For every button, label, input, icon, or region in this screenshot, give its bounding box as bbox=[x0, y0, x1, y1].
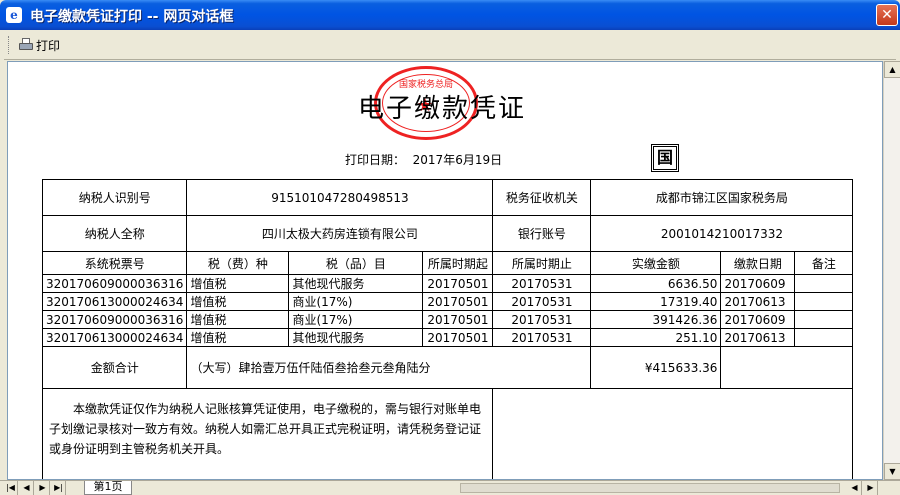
row-ticket: 320170613000024634 bbox=[41, 292, 188, 311]
column-header-row: 系统税票号 税（费）种 税（品）目 所属时期起 所属时期止 实缴金额 缴款日期 … bbox=[41, 251, 854, 275]
next-page-icon[interactable]: ▶ bbox=[36, 481, 50, 495]
guo-seal: 国 bbox=[651, 144, 679, 172]
scroll-up-icon[interactable]: ▲ bbox=[884, 61, 900, 78]
toolbar-grip[interactable] bbox=[8, 36, 11, 54]
col-header: 所属时期起 bbox=[422, 251, 494, 275]
scroll-left-icon[interactable]: ◀ bbox=[848, 481, 862, 495]
row-ticket: 320170609000036316 bbox=[41, 274, 188, 293]
horizontal-scroll-thumb[interactable] bbox=[460, 483, 840, 493]
col-header: 实缴金额 bbox=[590, 251, 722, 275]
print-date-value: 2017年6月19日 bbox=[412, 153, 503, 167]
row-from: 20170501 bbox=[422, 328, 494, 347]
col-header: 税（费）种 bbox=[186, 251, 290, 275]
row-tax-type: 增值税 bbox=[186, 292, 290, 311]
col-header: 税（品）目 bbox=[288, 251, 424, 275]
dialog-window: e 电子缴款凭证打印 -- 网页对话框 ✕ 打印 国家税务总局 ★ 电子缴款凭证… bbox=[0, 0, 900, 495]
taxpayer-id-value: 915101047280498513 bbox=[186, 179, 494, 216]
table-row: 320170609000036316 增值税 其他现代服务 20170501 2… bbox=[41, 274, 854, 293]
notice-text: 本缴款凭证仅作为纳税人记账核算凭证使用，电子缴税的，需与银行对账单电子划缴记录核… bbox=[41, 388, 494, 479]
prev-page-icon[interactable]: ◀ bbox=[20, 481, 34, 495]
col-header: 系统税票号 bbox=[41, 251, 188, 275]
row-tax-type: 增值税 bbox=[186, 274, 290, 293]
row-note bbox=[794, 328, 854, 347]
title-bar[interactable]: e 电子缴款凭证打印 -- 网页对话框 ✕ bbox=[0, 0, 900, 30]
table-row: 320170609000036316 增值税 商业(17%) 20170501 … bbox=[41, 310, 854, 329]
row-tax-type: 增值税 bbox=[186, 328, 290, 347]
notice-body: 本缴款凭证仅作为纳税人记账核算凭证使用，电子缴税的，需与银行对账单电子划缴记录核… bbox=[49, 402, 482, 456]
taxpayer-name-label: 纳税人全称 bbox=[41, 215, 188, 252]
row-from: 20170501 bbox=[422, 310, 494, 329]
scroll-right-icon[interactable]: ▶ bbox=[864, 481, 878, 495]
document-viewport[interactable]: 国家税务总局 ★ 电子缴款凭证 打印日期： 2017年6月19日 国 纳税人识别… bbox=[7, 61, 883, 480]
toolbar: 打印 bbox=[4, 30, 896, 60]
row-to: 20170531 bbox=[492, 328, 592, 347]
total-label: 金额合计 bbox=[41, 346, 188, 389]
row-to: 20170531 bbox=[492, 274, 592, 293]
taxpayer-id-label: 纳税人识别号 bbox=[41, 179, 188, 216]
notice-empty bbox=[492, 388, 854, 479]
printer-icon bbox=[18, 38, 34, 52]
row-item: 商业(17%) bbox=[288, 310, 424, 329]
last-page-icon[interactable]: ▶| bbox=[52, 481, 66, 495]
bank-account-label: 银行账号 bbox=[492, 215, 592, 252]
row-date: 20170613 bbox=[720, 292, 796, 311]
page-tab[interactable]: 第1页 bbox=[84, 481, 132, 495]
row-ticket: 320170613000024634 bbox=[41, 328, 188, 347]
bank-account-value: 2001014210017332 bbox=[590, 215, 854, 252]
col-header: 备注 bbox=[794, 251, 854, 275]
document-title: 电子缴款凭证 bbox=[358, 94, 527, 124]
row-item: 商业(17%) bbox=[288, 292, 424, 311]
total-row: 金额合计 （大写）肆拾壹万伍仟陆佰叁拾叁元叁角陆分 ¥415633.36 bbox=[41, 346, 854, 389]
row-to: 20170531 bbox=[492, 292, 592, 311]
row-amount: 6636.50 bbox=[590, 274, 722, 293]
row-note bbox=[794, 274, 854, 293]
ie-icon: e bbox=[6, 7, 22, 23]
row-item: 其他现代服务 bbox=[288, 274, 424, 293]
total-empty bbox=[720, 346, 854, 389]
print-date: 打印日期： 2017年6月19日 bbox=[345, 151, 502, 168]
taxpayer-name-value: 四川太极大药房连锁有限公司 bbox=[186, 215, 494, 252]
row-ticket: 320170609000036316 bbox=[41, 310, 188, 329]
table-row: 320170613000024634 增值税 商业(17%) 20170501 … bbox=[41, 292, 854, 311]
row-note bbox=[794, 310, 854, 329]
first-page-icon[interactable]: |◀ bbox=[4, 481, 18, 495]
print-button[interactable]: 打印 bbox=[18, 36, 60, 54]
total-amount: ¥415633.36 bbox=[590, 346, 722, 389]
row-date: 20170609 bbox=[720, 310, 796, 329]
print-label: 打印 bbox=[36, 38, 61, 53]
notice-row: 本缴款凭证仅作为纳税人记账核算凭证使用，电子缴税的，需与银行对账单电子划缴记录核… bbox=[41, 388, 854, 479]
window-title: 电子缴款凭证打印 -- 网页对话框 bbox=[30, 9, 234, 25]
row-to: 20170531 bbox=[492, 310, 592, 329]
row-note bbox=[794, 292, 854, 311]
print-date-label: 打印日期： bbox=[345, 153, 406, 167]
row-from: 20170501 bbox=[422, 274, 494, 293]
tax-office-value: 成都市锦江区国家税务局 bbox=[590, 179, 854, 216]
row-date: 20170609 bbox=[720, 274, 796, 293]
col-header: 缴款日期 bbox=[720, 251, 796, 275]
row-item: 其他现代服务 bbox=[288, 328, 424, 347]
row-amount: 251.10 bbox=[590, 328, 722, 347]
close-button[interactable]: ✕ bbox=[876, 4, 898, 26]
row-from: 20170501 bbox=[422, 292, 494, 311]
page-nav-bar: |◀ ◀ ▶ ▶| 第1页 ◀ ▶ bbox=[0, 480, 900, 495]
total-words: （大写）肆拾壹万伍仟陆佰叁拾叁元叁角陆分 bbox=[186, 346, 592, 389]
row-amount: 17319.40 bbox=[590, 292, 722, 311]
row-amount: 391426.36 bbox=[590, 310, 722, 329]
row-date: 20170613 bbox=[720, 328, 796, 347]
col-header: 所属时期止 bbox=[492, 251, 592, 275]
tax-office-label: 税务征收机关 bbox=[492, 179, 592, 216]
payment-table: 纳税人识别号 915101047280498513 税务征收机关 成都市锦江区国… bbox=[41, 179, 854, 479]
scroll-down-icon[interactable]: ▼ bbox=[884, 463, 900, 480]
vertical-scrollbar[interactable]: ▲ ▼ bbox=[883, 61, 900, 480]
row-tax-type: 增值税 bbox=[186, 310, 290, 329]
table-row: 320170613000024634 增值税 其他现代服务 20170501 2… bbox=[41, 328, 854, 347]
